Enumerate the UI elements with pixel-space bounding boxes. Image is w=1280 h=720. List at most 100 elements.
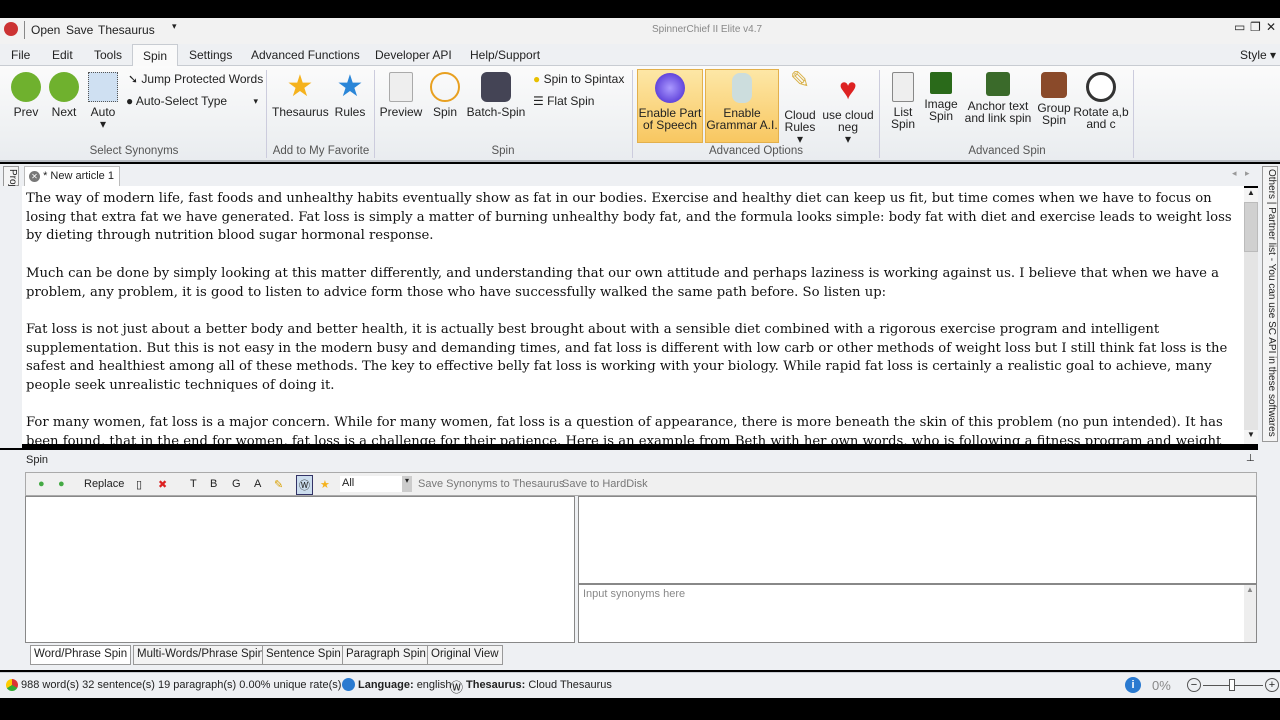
quick-thesaurus[interactable]: Thesaurus xyxy=(98,23,155,37)
next-button[interactable]: Next xyxy=(46,72,82,118)
star-gold-icon: ★ xyxy=(286,70,314,103)
replace-button[interactable]: Replace xyxy=(84,478,124,490)
article-editor[interactable]: The way of modern life, fast foods and u… xyxy=(22,186,1244,444)
preview-doc-icon xyxy=(389,72,413,102)
close-tab-icon[interactable]: ✕ xyxy=(29,171,40,182)
paragraph: For many women, fat loss is a major conc… xyxy=(26,415,1223,444)
app-logo-icon xyxy=(4,22,18,36)
menu-tools[interactable]: Tools xyxy=(94,48,122,62)
save-synonyms-button[interactable]: Save Synonyms to Thesaurus xyxy=(418,478,565,490)
zoom-in-icon[interactable]: + xyxy=(1265,678,1279,692)
anchor-text-spin-button[interactable]: Anchor text and link spin xyxy=(964,72,1032,124)
tab-multi-words-spin[interactable]: Multi-Words/Phrase Spin xyxy=(133,645,268,665)
spin-to-spintax[interactable]: ● Spin to Spintax xyxy=(533,73,624,85)
menu-file[interactable]: File xyxy=(11,48,30,62)
format-a[interactable]: A xyxy=(254,478,261,490)
accept-all-icon[interactable]: ● xyxy=(58,478,65,490)
synonym-list[interactable] xyxy=(25,496,575,643)
filter-select[interactable]: All ▾ xyxy=(340,476,412,492)
format-b[interactable]: B xyxy=(210,478,217,490)
zoom-out-icon[interactable]: − xyxy=(1187,678,1201,692)
menu-spin[interactable]: Spin xyxy=(132,44,179,67)
minimize-icon[interactable]: ▭ xyxy=(1234,20,1245,34)
accept-icon[interactable]: ● xyxy=(38,478,45,490)
batch-spin-button[interactable]: Batch-Spin xyxy=(466,72,526,118)
spin-button[interactable]: Spin xyxy=(428,72,462,118)
info-icon[interactable]: i xyxy=(1125,677,1141,693)
thesaurus-value[interactable]: Cloud Thesaurus xyxy=(528,679,612,691)
move-arrows-icon xyxy=(88,72,118,102)
zoom-level: 0% xyxy=(1152,678,1171,693)
brush-icon[interactable]: ✎ xyxy=(274,478,283,491)
auto-select-type[interactable]: ● Auto-Select Type ▾ xyxy=(126,95,258,107)
use-cloud-neg-button[interactable]: ♥ use cloud neg ▾ xyxy=(820,73,876,146)
scrollbar-thumb[interactable] xyxy=(1244,202,1258,252)
tab-scroll-right-icon[interactable]: ▸ xyxy=(1245,168,1250,179)
paragraph: Much can be done by simply looking at th… xyxy=(26,265,1219,300)
language-value[interactable]: english xyxy=(417,679,452,691)
list-spin-button[interactable]: List Spin xyxy=(886,72,920,130)
wordnet-icon[interactable]: Ⓦ xyxy=(296,475,313,495)
ribbon: Prev Next Auto ▾ ➘ Jump Protected Words ●… xyxy=(0,66,1280,162)
tab-paragraph-spin[interactable]: Paragraph Spin xyxy=(342,645,430,665)
spin-toolbar: ● ● Replace ▯ ✖ T B G A ✎ Ⓦ ★ All ▾ Save … xyxy=(25,472,1257,496)
thesaurus-favorite-button[interactable]: ★ Thesaurus xyxy=(272,70,329,119)
enable-part-of-speech-button[interactable]: Enable Part of Speech xyxy=(637,69,703,143)
image-spin-button[interactable]: Image Spin xyxy=(922,72,960,122)
enable-grammar-ai-button[interactable]: Enable Grammar A.I. xyxy=(705,69,779,143)
restore-icon[interactable]: ❐ xyxy=(1250,20,1261,34)
synonym-input[interactable]: Input synonyms here ▲ xyxy=(578,584,1257,643)
menu-developer-api[interactable]: Developer API xyxy=(375,48,452,62)
pin-icon[interactable]: ⊥ xyxy=(1246,453,1255,464)
broken-heart-icon: ♥ xyxy=(839,73,857,106)
spin-mode-tabs: Word/Phrase Spin Multi-Words/Phrase Spin… xyxy=(30,645,630,665)
status-bar: 988 word(s) 32 sentence(s) 19 paragraph(… xyxy=(0,672,1280,698)
menu-edit[interactable]: Edit xyxy=(52,48,73,62)
save-to-harddisk-button[interactable]: Save to HardDisk xyxy=(562,478,648,490)
spin-panel-title: Spin xyxy=(26,454,49,466)
close-icon[interactable]: ✕ xyxy=(1266,20,1276,34)
quick-open[interactable]: Open xyxy=(31,23,60,37)
tab-scroll-left-icon[interactable]: ◂ xyxy=(1232,168,1237,179)
auto-button[interactable]: Auto ▾ xyxy=(85,72,121,130)
menu-settings[interactable]: Settings xyxy=(189,48,232,62)
format-t[interactable]: T xyxy=(190,478,197,490)
zoom-slider-thumb[interactable] xyxy=(1229,679,1235,691)
menu-bar: File Edit Tools Spin Settings Advanced F… xyxy=(0,44,1280,67)
magic-hat-icon xyxy=(481,72,511,102)
group-advanced-spin: Advanced Spin xyxy=(968,145,1046,157)
page-icon[interactable]: ▯ xyxy=(136,478,142,491)
purple-orb-icon xyxy=(655,73,685,103)
delete-icon[interactable]: ✖ xyxy=(158,478,167,491)
links-icon xyxy=(986,72,1010,96)
tab-original-view[interactable]: Original View xyxy=(427,645,503,665)
robot-icon xyxy=(732,73,752,103)
quick-save[interactable]: Save xyxy=(66,23,93,37)
rotate-icon xyxy=(1086,72,1116,102)
tab-sentence-spin[interactable]: Sentence Spin xyxy=(262,645,345,665)
format-g[interactable]: G xyxy=(232,478,241,490)
flat-spin[interactable]: ☰ Flat Spin xyxy=(533,95,594,107)
rotate-abc-button[interactable]: Rotate a,b and c xyxy=(1072,72,1130,130)
synonym-preview xyxy=(578,496,1257,584)
pencil-ruler-icon: ✎ xyxy=(789,67,811,94)
tab-word-phrase-spin[interactable]: Word/Phrase Spin xyxy=(30,645,132,665)
rules-favorite-button[interactable]: ★ Rules xyxy=(332,72,368,119)
globe-icon xyxy=(342,678,355,691)
group-spin-button[interactable]: Group Spin xyxy=(1035,72,1073,126)
menu-help-support[interactable]: Help/Support xyxy=(470,48,540,62)
document-tab[interactable]: ✕ * New article 1 xyxy=(24,166,120,186)
prev-button[interactable]: Prev xyxy=(8,72,44,118)
preview-button[interactable]: Preview xyxy=(378,72,424,118)
cloud-rules-button[interactable]: ✎ Cloud Rules ▾ xyxy=(782,67,818,146)
others-side-tab[interactable]: Others | Partner list - You can use SC A… xyxy=(1262,166,1278,442)
style-menu[interactable]: Style ▾ xyxy=(1240,48,1276,62)
editor-scrollbar[interactable]: ▲ ▼ xyxy=(1244,188,1258,444)
jump-protected-words[interactable]: ➘ Jump Protected Words xyxy=(128,73,263,85)
quick-access-dropdown-icon[interactable]: ▾ xyxy=(172,21,177,32)
favorite-star-icon[interactable]: ★ xyxy=(320,478,330,491)
wordnet-status-icon: Ⓦ xyxy=(450,680,464,695)
group-spin: Spin xyxy=(491,145,515,157)
list-pencil-icon xyxy=(892,72,914,102)
menu-advanced-functions[interactable]: Advanced Functions xyxy=(251,48,360,62)
